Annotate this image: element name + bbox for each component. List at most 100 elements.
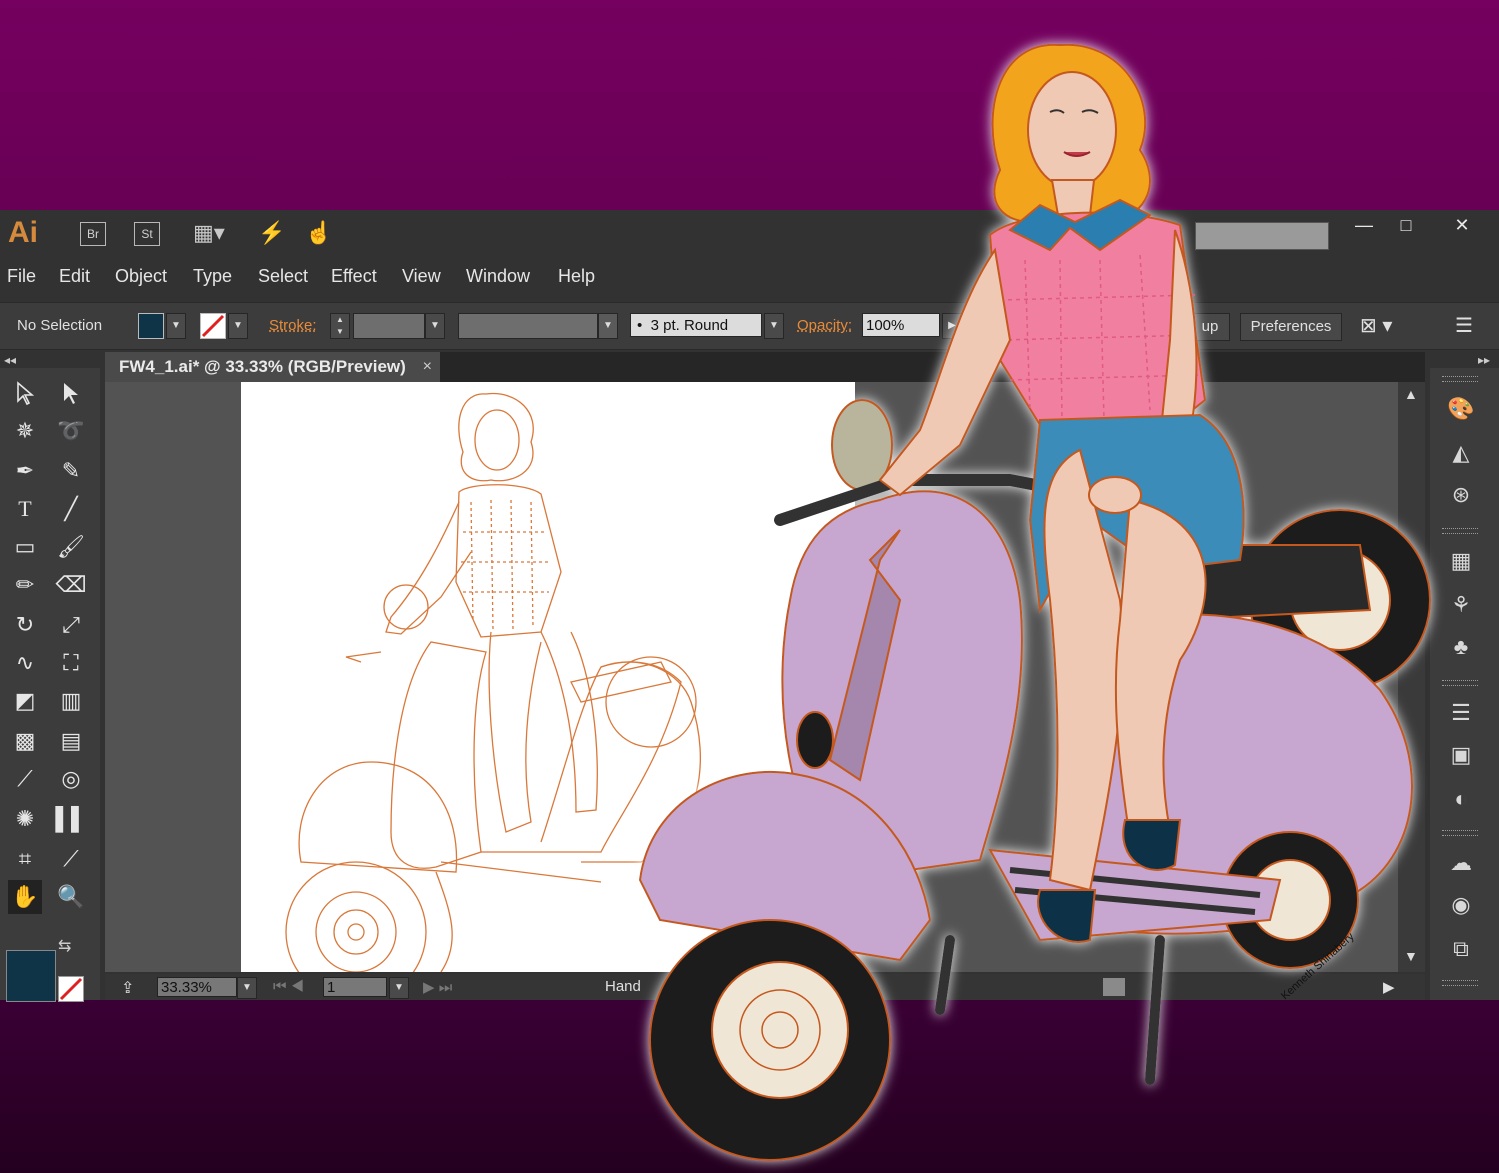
- arrange-documents-icon[interactable]: ▦▾: [193, 220, 225, 246]
- symbols-icon[interactable]: ♣: [1444, 630, 1478, 664]
- stroke-dropdown[interactable]: ▼: [228, 313, 248, 339]
- zoom-dropdown[interactable]: ▼: [237, 977, 257, 999]
- warp-tool-icon[interactable]: ∿: [8, 646, 42, 680]
- gradient-panel-icon[interactable]: ▣: [1444, 738, 1478, 772]
- cc-libraries-icon[interactable]: ☁: [1444, 846, 1478, 880]
- close-window-button[interactable]: ✕: [1440, 210, 1484, 240]
- width-profile-dropdown[interactable]: ▼: [598, 313, 618, 339]
- search-field[interactable]: [1195, 222, 1329, 250]
- first-artboard-icon[interactable]: ⏮ ◀: [273, 978, 304, 995]
- menu-edit[interactable]: Edit: [59, 266, 90, 287]
- export-icon[interactable]: ⇪: [121, 978, 134, 998]
- free-transform-tool-icon[interactable]: ⛶: [54, 646, 88, 680]
- menu-effect[interactable]: Effect: [331, 266, 377, 287]
- color-palette-icon[interactable]: 🎨: [1444, 392, 1478, 426]
- document-setup-button[interactable]: up: [1190, 313, 1230, 341]
- pen-tool-icon[interactable]: ✒: [8, 454, 42, 488]
- document-tab[interactable]: FW4_1.ai* @ 33.33% (RGB/Preview) ×: [105, 352, 440, 382]
- opacity-field[interactable]: 100%: [862, 313, 940, 337]
- menu-select[interactable]: Select: [258, 266, 308, 287]
- artboards-panel-icon[interactable]: ⧉: [1444, 932, 1478, 966]
- gradient-tool-icon[interactable]: ▤: [54, 724, 88, 758]
- collapse-left-icon[interactable]: ◂◂: [4, 353, 16, 367]
- type-tool-icon[interactable]: T: [8, 492, 42, 526]
- bridge-button[interactable]: Br: [80, 222, 106, 246]
- fill-dropdown[interactable]: ▼: [166, 313, 186, 339]
- curvature-tool-icon[interactable]: ✎: [54, 454, 88, 488]
- selection-status: No Selection: [17, 317, 103, 334]
- lasso-tool-icon[interactable]: ➰: [54, 414, 88, 448]
- vertical-scrollbar[interactable]: ▲ ▼: [1398, 382, 1425, 972]
- opacity-label[interactable]: Opacity:: [797, 317, 852, 334]
- menu-help[interactable]: Help: [558, 266, 595, 287]
- transparency-panel-icon[interactable]: ◐: [1444, 782, 1478, 816]
- transform-icon[interactable]: ⊠ ▾: [1360, 313, 1392, 338]
- gpu-performance-icon[interactable]: ⚡: [258, 220, 285, 246]
- paintbrush-tool-icon[interactable]: 🖌: [54, 530, 88, 564]
- menu-type[interactable]: Type: [193, 266, 232, 287]
- stroke-weight-stepper[interactable]: ▲ ▼: [330, 313, 350, 339]
- document-tab-bar: FW4_1.ai* @ 33.33% (RGB/Preview) ×: [105, 352, 1425, 382]
- line-tool-icon[interactable]: ╱: [54, 492, 88, 526]
- hand-tool-icon[interactable]: ✋: [8, 880, 42, 914]
- links-icon[interactable]: ⊛: [1444, 478, 1478, 512]
- eyedropper-tool-icon[interactable]: ⟋: [8, 762, 42, 796]
- magic-wand-tool-icon[interactable]: ✵: [8, 414, 42, 448]
- brush-definition-field[interactable]: • 3 pt. Round: [630, 313, 762, 337]
- eraser-tool-icon[interactable]: ⌫: [54, 568, 88, 602]
- maximize-button[interactable]: □: [1384, 210, 1428, 240]
- stroke-none-box[interactable]: [58, 976, 84, 1002]
- scale-tool-icon[interactable]: ⤢: [54, 608, 88, 642]
- stroke-weight-field[interactable]: [353, 313, 425, 339]
- appearance-icon[interactable]: ◉: [1444, 888, 1478, 922]
- menu-object[interactable]: Object: [115, 266, 167, 287]
- next-artboard-icon[interactable]: ▶ ⏭: [423, 978, 452, 996]
- zoom-field[interactable]: 33.33%: [157, 977, 237, 997]
- panel-menu-icon[interactable]: ☰: [1455, 313, 1473, 338]
- rotate-tool-icon[interactable]: ↻: [8, 608, 42, 642]
- swatches-icon[interactable]: ▦: [1444, 544, 1478, 578]
- column-graph-tool-icon[interactable]: ▌▌: [54, 802, 88, 836]
- fill-color-box[interactable]: [6, 950, 56, 1002]
- stroke-swatch[interactable]: [200, 313, 226, 339]
- symbol-sprayer-tool-icon[interactable]: ✺: [8, 802, 42, 836]
- artboard[interactable]: [241, 382, 855, 1003]
- variable-width-profile[interactable]: [458, 313, 598, 339]
- horizontal-scroll-thumb[interactable]: [1103, 978, 1125, 996]
- brushes-icon[interactable]: ⚘: [1444, 588, 1478, 622]
- slice-tool-icon[interactable]: ⟋: [54, 842, 88, 876]
- scroll-down-icon[interactable]: ▼: [1404, 948, 1418, 964]
- rectangle-tool-icon[interactable]: ▭: [8, 530, 42, 564]
- stroke-panel-icon[interactable]: ☰: [1444, 696, 1478, 730]
- selection-tool-icon[interactable]: [8, 376, 42, 410]
- zoom-tool-icon[interactable]: 🔍: [54, 880, 88, 914]
- canvas-area[interactable]: [105, 382, 1425, 1003]
- perspective-grid-tool-icon[interactable]: ▥: [54, 684, 88, 718]
- stroke-label[interactable]: Stroke:: [269, 317, 317, 334]
- direct-selection-tool-icon[interactable]: [54, 376, 88, 410]
- collapse-right-icon[interactable]: ▸▸: [1478, 353, 1490, 367]
- close-tab-icon[interactable]: ×: [423, 352, 432, 382]
- minimize-button[interactable]: —: [1342, 210, 1386, 240]
- pencil-tool-icon[interactable]: ✏: [8, 568, 42, 602]
- stroke-weight-dropdown[interactable]: ▼: [425, 313, 445, 339]
- scroll-up-icon[interactable]: ▲: [1404, 386, 1418, 402]
- shape-builder-tool-icon[interactable]: ◩: [8, 684, 42, 718]
- artboard-dropdown[interactable]: ▼: [389, 977, 409, 999]
- brush-dropdown[interactable]: ▼: [764, 313, 784, 339]
- artboard-number-field[interactable]: 1: [323, 977, 387, 997]
- opacity-slider-button[interactable]: ▶: [942, 313, 962, 339]
- scroll-right-icon[interactable]: ▶: [1383, 978, 1395, 996]
- menu-file[interactable]: File: [7, 266, 36, 287]
- color-guide-icon[interactable]: ◭: [1444, 436, 1478, 470]
- preferences-button[interactable]: Preferences: [1240, 313, 1342, 341]
- artboard-tool-icon[interactable]: ⌗: [8, 842, 42, 876]
- mesh-tool-icon[interactable]: ▩: [8, 724, 42, 758]
- touch-workspace-icon[interactable]: ☝: [305, 220, 332, 246]
- swap-colors-icon[interactable]: ⇆: [58, 936, 71, 956]
- fill-swatch[interactable]: [138, 313, 164, 339]
- menu-view[interactable]: View: [402, 266, 441, 287]
- menu-window[interactable]: Window: [466, 266, 530, 287]
- blend-tool-icon[interactable]: ◎: [54, 762, 88, 796]
- stock-button[interactable]: St: [134, 222, 160, 246]
